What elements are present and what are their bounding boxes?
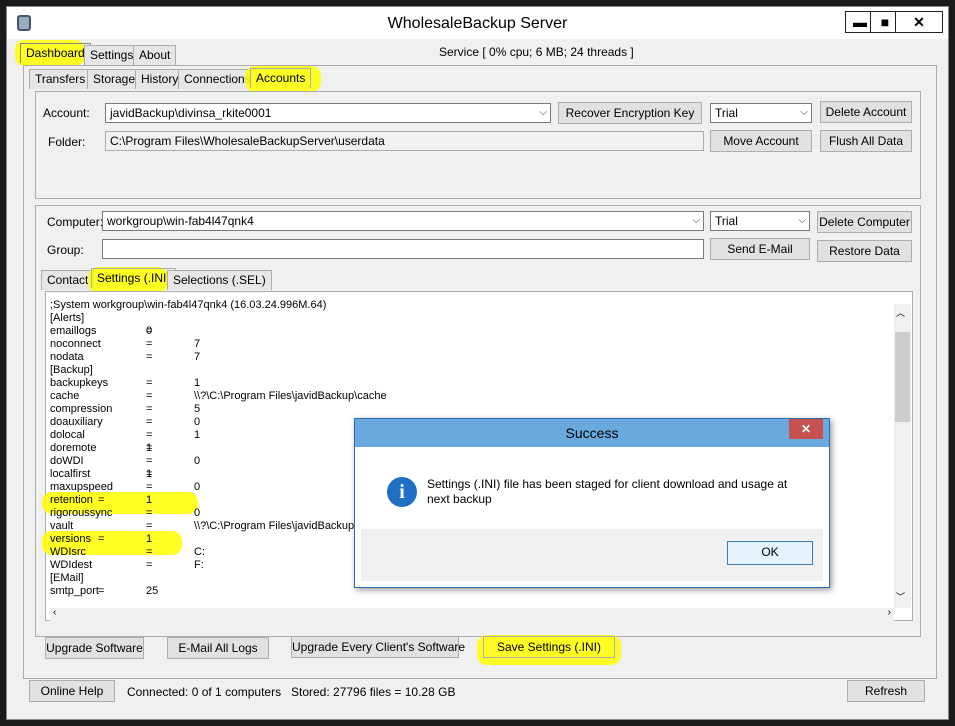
email-all-logs-button[interactable]: E-Mail All Logs: [167, 637, 269, 659]
close-button[interactable]: ✕: [895, 11, 943, 33]
account-plan-select[interactable]: Trial ⌵: [710, 103, 812, 123]
title-bar: WholesaleBackup Server ▬ ■ ✕: [7, 7, 948, 39]
account-value: javidBackup\divinsa_rkite0001: [110, 106, 272, 120]
folder-label: Folder:: [48, 135, 86, 149]
upgrade-software-button[interactable]: Upgrade Software: [45, 637, 144, 659]
tab-storage[interactable]: Storage: [87, 69, 142, 89]
scroll-left-icon[interactable]: ‹: [53, 607, 56, 618]
delete-computer-button[interactable]: Delete Computer: [817, 211, 912, 233]
ini-system-line: ;System workgroup\win-fab4l47qnk4 (16.03…: [50, 299, 327, 311]
computer-label: Computer:: [47, 215, 104, 229]
tab-transfers[interactable]: Transfers: [29, 69, 92, 89]
horizontal-scrollbar[interactable]: ‹ ›: [50, 607, 894, 621]
tab-accounts[interactable]: Accounts: [250, 68, 312, 88]
computer-value: workgroup\win-fab4l47qnk4: [107, 214, 254, 228]
chevron-down-icon: ⌵: [539, 107, 547, 118]
account-label: Account:: [43, 106, 90, 120]
group-field[interactable]: [102, 239, 704, 259]
dialog-message-line2: next backup: [427, 492, 492, 506]
scroll-down-icon[interactable]: ﹀: [896, 590, 905, 603]
ini-section-backup: [Backup]: [50, 364, 93, 376]
tab-settings-ini[interactable]: Settings (.INI): [91, 268, 177, 288]
refresh-button[interactable]: Refresh: [847, 680, 925, 702]
tab-contact[interactable]: Contact: [41, 270, 95, 290]
dialog-title: Success: [565, 425, 619, 441]
restore-data-button[interactable]: Restore Data: [817, 240, 912, 262]
group-label: Group:: [47, 243, 84, 257]
online-help-button[interactable]: Online Help: [29, 680, 115, 702]
tab-dashboard[interactable]: Dashboard: [20, 43, 91, 63]
stored-status: Stored: 27796 files = 10.28 GB: [291, 685, 456, 699]
ok-button[interactable]: OK: [727, 541, 813, 565]
scroll-thumb[interactable]: [895, 332, 910, 422]
dialog-close-button[interactable]: ✕: [789, 419, 823, 439]
tab-settings[interactable]: Settings: [84, 45, 140, 65]
computer-plan-value: Trial: [715, 214, 738, 228]
dialog-title-bar: Success ✕: [355, 419, 829, 447]
account-plan-value: Trial: [715, 106, 738, 120]
move-account-button[interactable]: Move Account: [710, 130, 812, 152]
scroll-right-icon[interactable]: ›: [888, 607, 891, 618]
computer-plan-select[interactable]: Trial ⌵: [710, 211, 810, 231]
connected-status: Connected: 0 of 1 computers: [127, 685, 282, 699]
app-window: WholesaleBackup Server ▬ ■ ✕ Dashboard S…: [6, 6, 949, 720]
ini-section-alerts: [Alerts]: [50, 312, 85, 324]
flush-all-data-button[interactable]: Flush All Data: [820, 130, 912, 152]
chevron-down-icon: ⌵: [800, 107, 808, 118]
tab-selections-sel[interactable]: Selections (.SEL): [167, 270, 272, 290]
recover-encryption-key-button[interactable]: Recover Encryption Key: [558, 102, 702, 124]
save-settings-button[interactable]: Save Settings (.INI): [483, 636, 615, 658]
dialog-footer: OK: [361, 529, 823, 581]
delete-account-button[interactable]: Delete Account: [820, 101, 912, 123]
service-status: Service [ 0% cpu; 6 MB; 24 threads ]: [439, 45, 634, 59]
tab-about[interactable]: About: [133, 45, 177, 65]
window-title: WholesaleBackup Server: [387, 15, 568, 32]
upgrade-every-client-button[interactable]: Upgrade Every Client's Software: [291, 636, 465, 658]
ini-section-email: [EMail]: [50, 572, 84, 584]
scroll-up-icon[interactable]: ︿: [896, 306, 905, 319]
tab-history[interactable]: History: [135, 69, 185, 89]
send-email-button[interactable]: Send E-Mail: [710, 238, 810, 260]
chevron-down-icon: ⌵: [692, 215, 700, 226]
chevron-down-icon: ⌵: [798, 215, 806, 226]
success-dialog: Success ✕ i Settings (.INI) file has bee…: [354, 418, 830, 588]
computer-select[interactable]: workgroup\win-fab4l47qnk4 ⌵: [102, 211, 704, 231]
vertical-scrollbar[interactable]: ︿ ﹀: [894, 304, 911, 608]
dialog-message-line1: Settings (.INI) file has been staged for…: [427, 477, 788, 491]
folder-field: C:\Program Files\WholesaleBackupServer\u…: [105, 131, 704, 151]
account-select[interactable]: javidBackup\divinsa_rkite0001 ⌵: [105, 103, 551, 123]
info-icon: i: [387, 477, 417, 507]
